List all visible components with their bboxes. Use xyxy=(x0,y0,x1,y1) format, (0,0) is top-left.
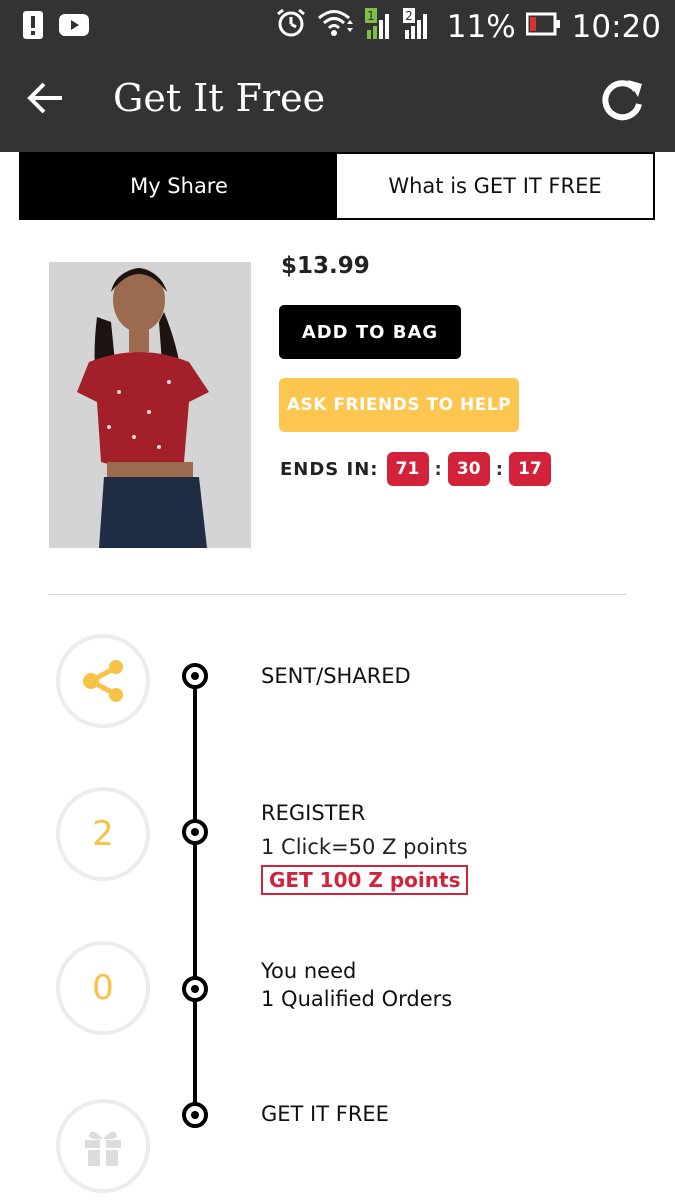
sim1-label: 1 xyxy=(367,9,375,23)
add-to-bag-button[interactable]: ADD TO BAG xyxy=(279,305,461,359)
timer-hours: 71 xyxy=(386,452,429,486)
timeline-dot xyxy=(182,976,208,1002)
step-free: GET IT FREE xyxy=(261,1102,389,1126)
timer-separator: : xyxy=(495,458,503,480)
refresh-icon xyxy=(602,80,642,121)
timeline-line xyxy=(193,674,197,1114)
ends-in-label: ENDS IN: xyxy=(280,458,379,480)
battery-icon xyxy=(525,9,562,45)
step-orders-circle: 0 xyxy=(56,941,150,1035)
page-title: Get It Free xyxy=(113,76,326,120)
step-shared-circle xyxy=(56,634,150,728)
product-price: $13.99 xyxy=(281,253,370,279)
timeline-dot xyxy=(182,663,208,689)
battery-percent: 11% xyxy=(446,9,516,45)
timer-separator: : xyxy=(434,458,442,480)
alarm-icon xyxy=(275,7,307,47)
timeline-dot xyxy=(182,819,208,845)
app-bar: Get It Free xyxy=(0,50,675,152)
tab-bar: My Share What is GET IT FREE xyxy=(19,152,655,220)
back-arrow-icon xyxy=(27,82,62,114)
step-orders: You need 1 Qualified Orders xyxy=(261,959,452,1011)
back-button[interactable] xyxy=(26,78,76,124)
timer-seconds: 17 xyxy=(508,452,551,486)
register-count: 2 xyxy=(92,814,114,854)
step-register-circle: 2 xyxy=(56,787,150,881)
tab-my-share[interactable]: My Share xyxy=(21,154,337,218)
refresh-button[interactable] xyxy=(598,76,648,126)
tab-what-is-get-it-free[interactable]: What is GET IT FREE xyxy=(337,154,653,218)
countdown: ENDS IN: 71 : 30 : 17 xyxy=(280,452,551,486)
section-divider xyxy=(49,594,626,595)
step-shared-title: SENT/SHARED xyxy=(261,664,411,688)
register-rate: 1 Click=50 Z points xyxy=(261,835,468,859)
orders-count: 0 xyxy=(92,968,114,1008)
wifi-icon xyxy=(317,8,355,46)
gift-icon xyxy=(85,1131,121,1166)
orders-line2: 1 Qualified Orders xyxy=(261,987,453,1011)
signal-icon: 1 2 xyxy=(364,6,437,48)
status-bar: 1 2 11% 10:20 xyxy=(0,0,675,50)
step-shared: SENT/SHARED xyxy=(261,664,411,688)
share-icon xyxy=(83,660,123,702)
step-register-title: REGISTER xyxy=(261,801,366,825)
get-points-button[interactable]: GET 100 Z points xyxy=(261,865,469,895)
alert-icon xyxy=(22,10,44,44)
product-image[interactable] xyxy=(49,262,251,548)
ask-friends-button[interactable]: ASK FRIENDS TO HELP xyxy=(279,378,519,432)
timeline-dot xyxy=(182,1102,208,1128)
step-free-circle xyxy=(56,1099,150,1193)
youtube-icon xyxy=(58,12,90,42)
orders-line1: You need xyxy=(261,959,357,983)
step-register: REGISTER 1 Click=50 Z points GET 100 Z p… xyxy=(261,801,469,895)
clock-time: 10:20 xyxy=(571,9,661,45)
sim2-label: 2 xyxy=(405,9,413,23)
step-free-title: GET IT FREE xyxy=(261,1102,389,1126)
timer-minutes: 30 xyxy=(447,452,490,486)
